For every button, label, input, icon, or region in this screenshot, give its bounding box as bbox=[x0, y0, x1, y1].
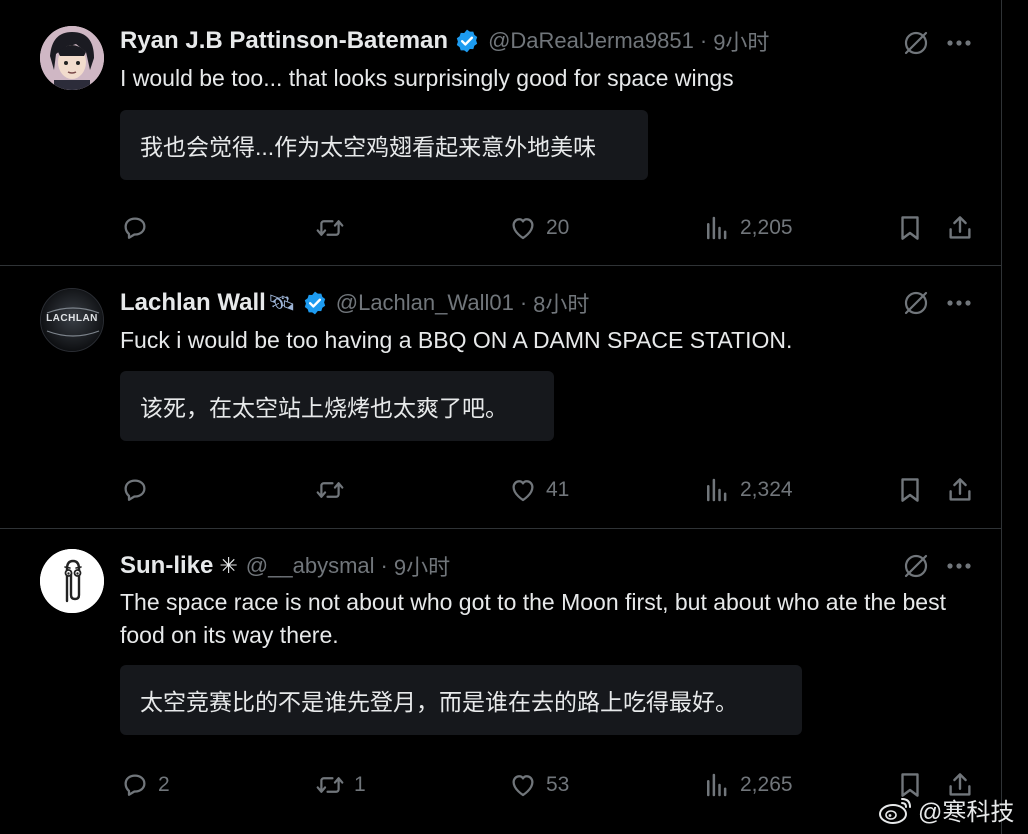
tweet-text: I would be too... that looks surprisingl… bbox=[120, 65, 734, 91]
author-name[interactable]: Lachlan Wall bbox=[120, 289, 266, 317]
timeline-feed: Ryan J.B Pattinson-Bateman @DaRealJerma9… bbox=[0, 0, 1002, 834]
author-name[interactable]: Sun-like bbox=[120, 552, 213, 580]
timestamp[interactable]: 9小时 bbox=[713, 25, 769, 57]
more-options-icon[interactable] bbox=[944, 288, 974, 318]
reply-icon bbox=[124, 774, 146, 796]
tweet-text: Fuck i would be too having a BBQ ON A DA… bbox=[120, 327, 793, 353]
like-button[interactable]: 20 bbox=[508, 213, 569, 243]
tweet[interactable]: Ryan J.B Pattinson-Bateman @DaRealJerma9… bbox=[0, 0, 1001, 266]
translation-box: 该死，在太空站上烧烤也太爽了吧。 bbox=[120, 371, 554, 441]
reply-icon bbox=[124, 479, 146, 501]
like-button[interactable]: 41 bbox=[508, 475, 569, 505]
grok-icon[interactable] bbox=[901, 28, 931, 58]
grok-icon[interactable] bbox=[901, 551, 931, 581]
repost-button[interactable] bbox=[314, 213, 354, 243]
watermark: @寒科技 bbox=[878, 792, 1014, 827]
avatar[interactable] bbox=[40, 549, 104, 613]
translation-box: 我也会觉得...作为太空鸡翅看起来意外地美味 bbox=[120, 110, 648, 180]
author-handle[interactable]: @DaRealJerma9851 bbox=[488, 28, 694, 54]
view-count: 2,265 bbox=[740, 773, 793, 796]
watermark-text: @寒科技 bbox=[918, 799, 1015, 826]
avatar-logo-text: LACHLAN bbox=[46, 313, 98, 324]
repost-icon bbox=[316, 482, 344, 498]
heart-icon bbox=[512, 775, 534, 797]
author-handle[interactable]: @__abysmal bbox=[246, 553, 375, 579]
translation-box: 太空竞赛比的不是谁先登月，而是谁在去的路上吃得最好。 bbox=[120, 665, 802, 735]
views-button[interactable]: 2,265 bbox=[702, 770, 793, 800]
action-bar: 2 1 53 2,265 bbox=[120, 770, 975, 804]
bookmark-button[interactable] bbox=[895, 213, 925, 243]
like-count: 41 bbox=[546, 478, 570, 501]
views-icon bbox=[707, 216, 727, 240]
verified-badge-icon bbox=[302, 290, 328, 316]
separator-dot: · bbox=[699, 28, 708, 53]
repost-button[interactable] bbox=[314, 475, 354, 505]
avatar[interactable]: LACHLAN bbox=[40, 288, 104, 352]
more-options-icon[interactable] bbox=[944, 551, 974, 581]
action-bar: 20 2,205 bbox=[120, 213, 975, 247]
reply-count: 2 bbox=[158, 773, 170, 796]
author-name[interactable]: Ryan J.B Pattinson-Bateman bbox=[120, 27, 448, 55]
tweet[interactable]: Sun-like ✳ @__abysmal · 9小时 The space ra… bbox=[0, 529, 1001, 834]
heart-icon bbox=[512, 218, 534, 240]
share-button[interactable] bbox=[945, 213, 975, 243]
more-options-icon[interactable] bbox=[944, 28, 974, 58]
repost-button[interactable]: 1 bbox=[314, 770, 366, 800]
tweet-text: The space race is not about who got to t… bbox=[120, 589, 946, 648]
heart-icon bbox=[512, 480, 534, 502]
views-button[interactable]: 2,324 bbox=[702, 475, 793, 505]
bookmark-icon bbox=[901, 478, 919, 502]
reply-button[interactable] bbox=[120, 213, 158, 243]
views-button[interactable]: 2,205 bbox=[702, 213, 793, 243]
timestamp[interactable]: 9小时 bbox=[394, 550, 450, 582]
timestamp[interactable]: 8小时 bbox=[533, 287, 589, 319]
tweet-header: Sun-like ✳ @__abysmal · 9小时 bbox=[120, 549, 450, 583]
views-icon bbox=[707, 478, 727, 502]
separator-dot: · bbox=[380, 553, 388, 578]
sparkle-emoji: ✳ bbox=[219, 553, 238, 578]
bookmark-button[interactable] bbox=[895, 475, 925, 505]
verified-badge-icon bbox=[454, 28, 480, 54]
tweet-header: Ryan J.B Pattinson-Bateman @DaRealJerma9… bbox=[120, 24, 769, 58]
tweet[interactable]: LACHLAN Lachlan Wall 🛰 @Lachlan_Wall01 ·… bbox=[0, 266, 1001, 529]
separator-dot: · bbox=[519, 290, 528, 315]
grok-icon[interactable] bbox=[901, 288, 931, 318]
avatar-image bbox=[40, 26, 104, 90]
action-bar: 41 2,324 bbox=[120, 475, 975, 509]
satellite-emoji: 🛰 bbox=[267, 290, 296, 315]
bookmark-icon bbox=[901, 216, 919, 240]
repost-count: 1 bbox=[354, 773, 366, 796]
like-count: 53 bbox=[546, 773, 570, 796]
like-count: 20 bbox=[546, 216, 570, 239]
view-count: 2,205 bbox=[740, 216, 793, 239]
author-handle[interactable]: @Lachlan_Wall01 bbox=[336, 290, 514, 316]
reply-button[interactable]: 2 bbox=[120, 770, 170, 800]
views-icon bbox=[707, 773, 727, 797]
view-count: 2,324 bbox=[740, 478, 793, 501]
share-icon bbox=[949, 478, 971, 501]
repost-icon bbox=[316, 777, 344, 793]
reply-button[interactable] bbox=[120, 475, 158, 505]
tweet-header: Lachlan Wall 🛰 @Lachlan_Wall01 · 8小时 bbox=[120, 286, 589, 320]
weibo-icon bbox=[879, 797, 911, 824]
share-icon bbox=[949, 216, 971, 239]
avatar-image bbox=[40, 549, 104, 613]
repost-icon bbox=[316, 220, 344, 236]
reply-icon bbox=[124, 217, 146, 239]
avatar[interactable] bbox=[40, 26, 104, 90]
share-button[interactable] bbox=[945, 475, 975, 505]
like-button[interactable]: 53 bbox=[508, 770, 569, 800]
